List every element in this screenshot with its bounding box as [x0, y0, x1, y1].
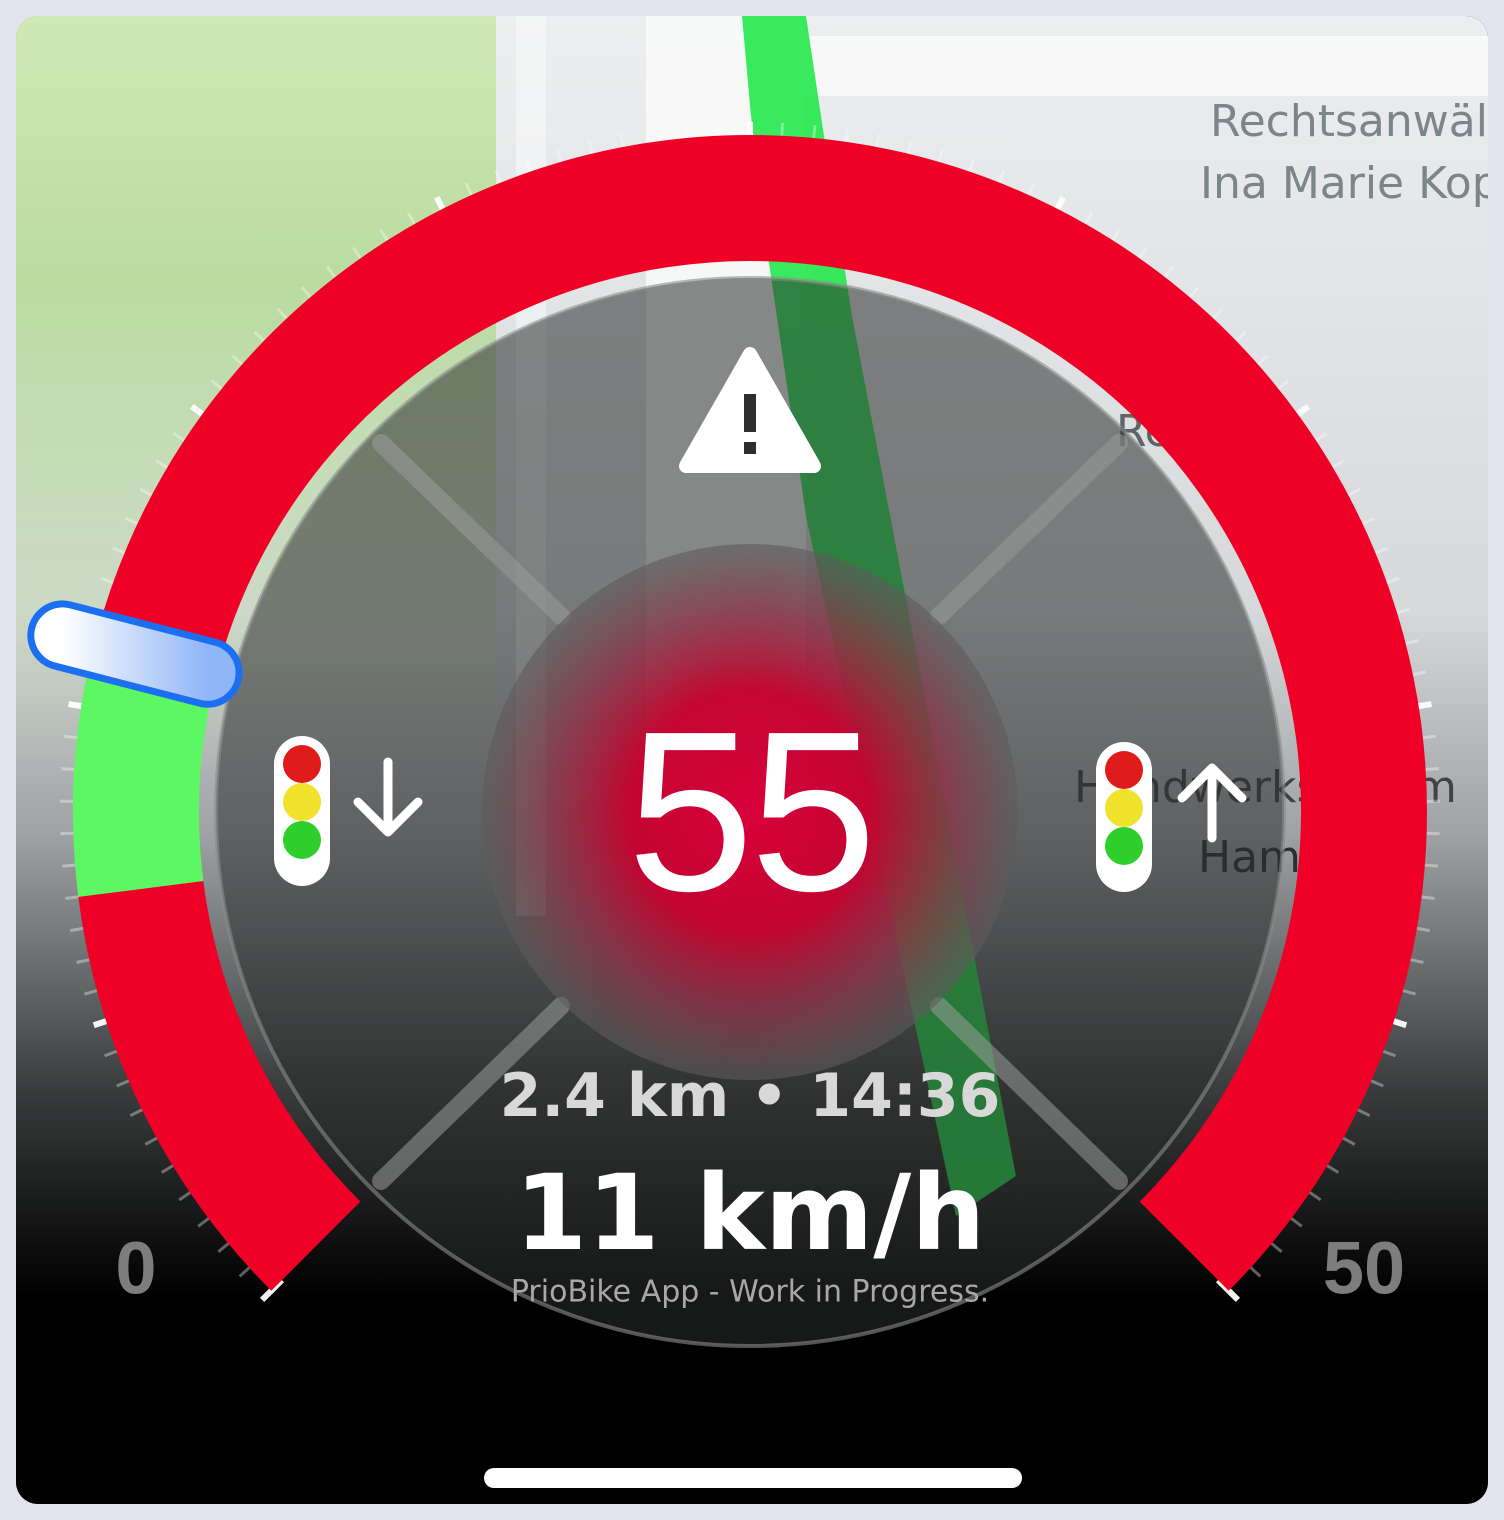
- speed-indicator: [34, 607, 236, 701]
- footer-note: PrioBike App - Work in Progress.: [510, 1274, 990, 1310]
- scale-max-label: 50: [1322, 1226, 1406, 1310]
- current-speed: 11 km/h: [514, 1152, 986, 1274]
- distance-and-arrival-time: 2.4 km • 14:36: [499, 1061, 1001, 1131]
- recommended-speed-value: 55: [627, 685, 877, 939]
- scale-min-label: 0: [115, 1226, 157, 1310]
- home-indicator[interactable]: [484, 1468, 1022, 1488]
- app-screen: Rechtsanwält Ina Marie Kop Re Handwerksk…: [16, 16, 1488, 1504]
